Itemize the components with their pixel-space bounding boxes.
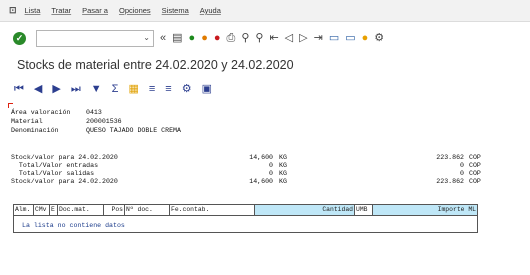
back-double-arrow-icon[interactable]: « bbox=[160, 31, 166, 45]
first-page-icon[interactable]: ⇤ bbox=[269, 31, 278, 45]
issues-row-currency: COP bbox=[469, 170, 481, 177]
column-header-base-unit[interactable]: UMB bbox=[355, 205, 373, 215]
column-header-amount[interactable]: Importe ML bbox=[373, 205, 477, 215]
last-record-icon[interactable]: ⏭ bbox=[71, 82, 81, 96]
find-next-icon[interactable]: ⚲ bbox=[255, 31, 263, 45]
application-toolbar: ⏮ ◀ ▶ ⏭ ▼ Σ ▦ ≡ ≡ ⚙ ▣ bbox=[14, 80, 222, 98]
material-value: 200001536 bbox=[86, 118, 122, 125]
menu-ayuda[interactable]: Ayuda bbox=[200, 6, 221, 15]
issues-row-value: 0 bbox=[460, 170, 464, 177]
column-header-special-stock[interactable]: E bbox=[50, 205, 58, 215]
menu-sistema[interactable]: Sistema bbox=[162, 6, 189, 15]
entries-row-value: 0 bbox=[460, 162, 464, 169]
closing-stock-row-unit: KG bbox=[279, 178, 287, 185]
stock-row-label: Stock/valor para 24.02.2020 bbox=[11, 154, 118, 161]
menu-tratar[interactable]: Tratar bbox=[51, 6, 71, 15]
customize-layout-icon[interactable]: ⚙ bbox=[374, 31, 384, 45]
page-title: Stocks de material entre 24.02.2020 y 24… bbox=[17, 58, 294, 72]
enter-check-icon[interactable]: ✓ bbox=[13, 31, 26, 45]
previous-record-icon[interactable]: ◀ bbox=[34, 82, 42, 96]
column-header-quantity[interactable]: Cantidad bbox=[255, 205, 355, 215]
cancel-icon[interactable]: ● bbox=[214, 31, 221, 45]
stock-row-qty: 14,600 bbox=[249, 154, 273, 161]
info-icon[interactable]: ▣ bbox=[202, 82, 212, 96]
column-header-document-number[interactable]: Nº doc. bbox=[125, 205, 170, 215]
column-header-item[interactable]: Pos bbox=[104, 205, 125, 215]
denomination-value: QUESO TAJADO DOBLE CREMA bbox=[86, 127, 181, 134]
export-icon[interactable]: ▦ bbox=[128, 82, 138, 96]
document-list-header: Alm. CMv E Doc.mat. Pos Nº doc. Fe.conta… bbox=[13, 204, 478, 216]
entries-row-label: Total/Valor entradas bbox=[11, 162, 99, 169]
column-header-storage-location[interactable]: Alm. bbox=[14, 205, 34, 215]
next-page-icon[interactable]: ▷ bbox=[299, 31, 307, 45]
menu-lista[interactable]: Lista bbox=[25, 6, 41, 15]
closing-stock-row-label: Stock/valor para 24.02.2020 bbox=[11, 178, 118, 185]
sum-icon[interactable]: Σ bbox=[112, 82, 119, 96]
cursor-marker bbox=[8, 103, 13, 108]
entries-row-currency: COP bbox=[469, 162, 481, 169]
chevron-down-icon[interactable]: ⌄ bbox=[143, 33, 150, 42]
denomination-label: Denominación bbox=[11, 127, 59, 134]
material-label: Material bbox=[11, 118, 43, 125]
closing-stock-row-currency: COP bbox=[469, 178, 481, 185]
report-area: Área valoración 0413 Material 200001536 … bbox=[8, 103, 530, 275]
next-record-icon[interactable]: ▶ bbox=[52, 82, 60, 96]
print-icon[interactable]: ⎙ bbox=[227, 31, 236, 45]
entries-row-qty: 0 bbox=[269, 162, 273, 169]
stock-row-value: 223.862 bbox=[436, 154, 464, 161]
column-header-material-document[interactable]: Doc.mat. bbox=[58, 205, 104, 215]
sort-descending-icon[interactable]: ≡ bbox=[165, 82, 171, 96]
shortcut-icon[interactable]: ▭ bbox=[345, 31, 355, 45]
standard-toolbar: ✓ ⌄ « ▤ ● ● ● ⎙ ⚲ ⚲ ⇤ ◁ ▷ ⇥ ▭ ▭ ● ⚙ bbox=[0, 23, 530, 53]
closing-stock-row-qty: 14,600 bbox=[249, 178, 273, 185]
issues-row-unit: KG bbox=[279, 170, 287, 177]
back-icon[interactable]: ● bbox=[189, 31, 196, 45]
last-page-icon[interactable]: ⇥ bbox=[314, 31, 323, 45]
filter-icon[interactable]: ▼ bbox=[91, 82, 102, 96]
find-icon[interactable]: ⚲ bbox=[241, 31, 249, 45]
first-record-icon[interactable]: ⏮ bbox=[14, 82, 24, 96]
stock-row-unit: KG bbox=[279, 154, 287, 161]
exit-icon[interactable]: ● bbox=[201, 31, 208, 45]
column-header-movement-type[interactable]: CMv bbox=[34, 205, 50, 215]
area-value: 0413 bbox=[86, 109, 102, 116]
menu-bar: ⊡ Lista Tratar Pasar a Opciones Sistema … bbox=[0, 0, 530, 22]
closing-stock-row-value: 223.862 bbox=[436, 178, 464, 185]
issues-row-qty: 0 bbox=[269, 170, 273, 177]
issues-row-label: Total/Valor salidas bbox=[11, 170, 95, 177]
help-icon[interactable]: ● bbox=[362, 31, 369, 45]
layout-icon[interactable]: ⚙ bbox=[182, 82, 192, 96]
column-header-posting-date[interactable]: Fe.contab. bbox=[170, 205, 255, 215]
sap-menu-icon[interactable]: ⊡ bbox=[9, 5, 17, 16]
sort-ascending-icon[interactable]: ≡ bbox=[149, 82, 155, 96]
area-label: Área valoración bbox=[11, 109, 71, 116]
entries-row-unit: KG bbox=[279, 162, 287, 169]
command-field[interactable]: ⌄ bbox=[36, 29, 154, 47]
save-icon[interactable]: ▤ bbox=[172, 31, 182, 45]
stock-row-currency: COP bbox=[469, 154, 481, 161]
new-session-icon[interactable]: ▭ bbox=[329, 31, 339, 45]
menu-opciones[interactable]: Opciones bbox=[119, 6, 151, 15]
empty-list-message: La lista no contiene datos bbox=[13, 216, 478, 233]
menu-pasar-a[interactable]: Pasar a bbox=[82, 6, 108, 15]
previous-page-icon[interactable]: ◁ bbox=[285, 31, 293, 45]
